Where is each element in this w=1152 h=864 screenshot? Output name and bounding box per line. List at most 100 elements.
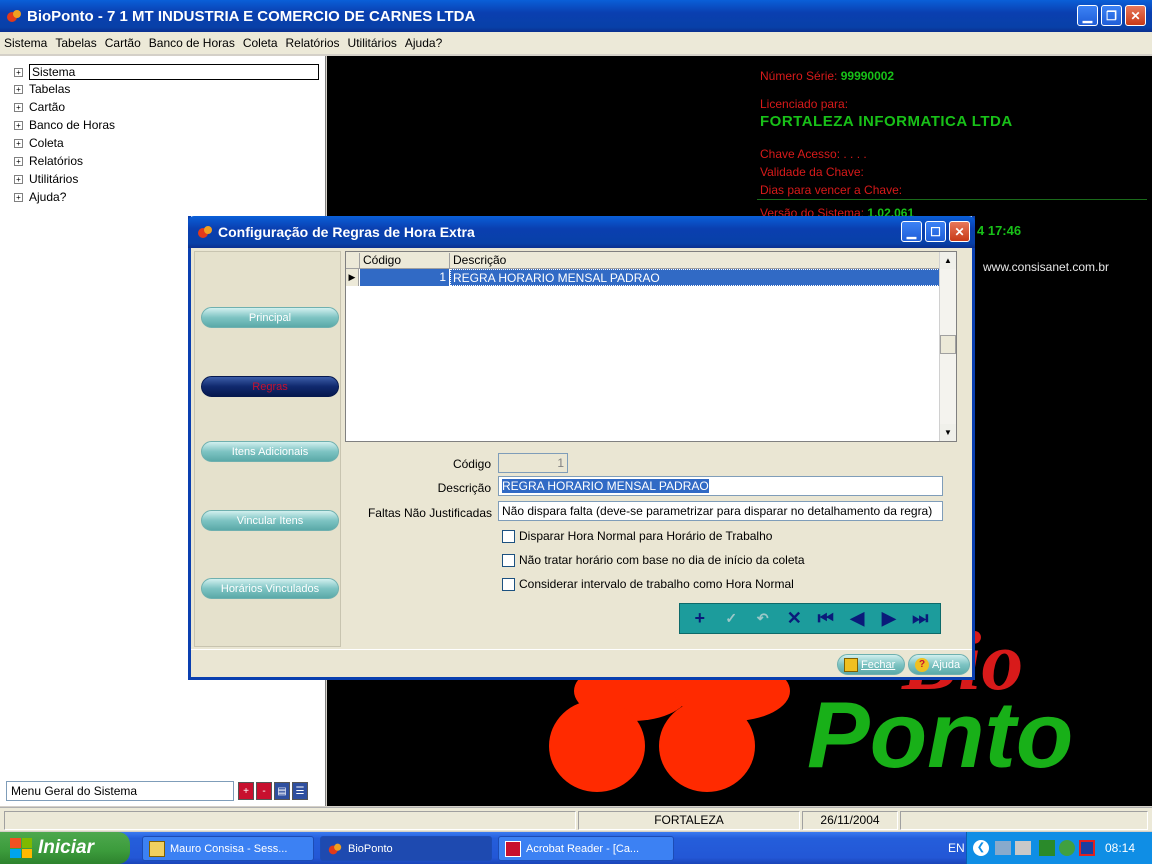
expand-icon[interactable]: + (14, 192, 23, 202)
scroll-down-icon[interactable]: ▼ (940, 424, 956, 441)
expand-all-icon[interactable]: + (238, 782, 254, 800)
help-icon: ? (915, 657, 929, 672)
tree-item-utilitarios[interactable]: + Utilitários (14, 170, 78, 188)
faltas-select[interactable]: Não dispara falta (deve-se parametrizar … (498, 501, 943, 521)
prev-record-icon[interactable]: ◀ (845, 608, 870, 629)
dialog-minimize-button[interactable]: ▁ (901, 221, 922, 242)
logo-ponto-text: Ponto (807, 682, 1074, 787)
expand-icon[interactable]: + (14, 102, 23, 112)
add-record-icon[interactable]: + (687, 608, 712, 629)
minimize-button[interactable]: ▁ (1077, 5, 1098, 26)
session-icon (149, 840, 165, 857)
tree-item-coleta[interactable]: + Coleta (14, 134, 64, 152)
nav-horarios-vinculados-button[interactable]: Horários Vinculados (201, 578, 339, 599)
nav-vincular-itens-button[interactable]: Vincular Itens (201, 510, 339, 531)
licensed-label: Licenciado para: (760, 97, 849, 111)
window-title: BioPonto - 7 1 MT INDUSTRIA E COMERCIO D… (27, 7, 476, 25)
last-record-icon[interactable]: ⏭ (908, 608, 933, 629)
nav-itens-adicionais-button[interactable]: Itens Adicionais (201, 441, 339, 462)
menu-cartao[interactable]: Cartão (105, 36, 141, 50)
grid-scrollbar[interactable]: ▲ ▼ (939, 252, 956, 441)
column-header-codigo[interactable]: Código (360, 253, 450, 269)
cell-codigo[interactable]: 1 (360, 269, 449, 286)
list-view-icon[interactable]: ☰ (292, 782, 308, 800)
faltas-label: Faltas Não Justificadas (367, 506, 492, 520)
checkbox-disparar-hora-normal[interactable]: Disparar Hora Normal para Horário de Tra… (502, 529, 772, 543)
system-tray: ❮ 08:14 (966, 832, 1152, 864)
main-title-bar: BioPonto - 7 1 MT INDUSTRIA E COMERCIO D… (0, 0, 1152, 32)
checkbox-box[interactable] (502, 577, 515, 591)
taskbar-item-acrobat[interactable]: Acrobat Reader - [Ca... (498, 836, 674, 861)
serial-number: Número Série: 99990002 (760, 69, 895, 83)
next-record-icon[interactable]: ▶ (876, 608, 901, 629)
checkbox-box[interactable] (502, 529, 515, 543)
first-record-icon[interactable]: ⏮ (813, 608, 838, 629)
nav-regras-button[interactable]: Regras (201, 376, 339, 397)
menu-sistema[interactable]: Sistema (4, 36, 47, 50)
collapse-all-icon[interactable]: - (256, 782, 272, 800)
status-date: 26/11/2004 (802, 811, 898, 830)
tree-item-tabelas[interactable]: + Tabelas (14, 80, 70, 98)
confirm-icon[interactable]: ✓ (719, 610, 744, 627)
descricao-label: Descrição (437, 481, 491, 495)
expand-icon[interactable]: + (14, 84, 23, 94)
dialog-nav-panel: Principal Regras Itens Adicionais Vincul… (194, 251, 341, 647)
restore-button[interactable]: ❐ (1101, 5, 1122, 26)
config-dialog: Configuração de Regras de Hora Extra ▁ ☐… (188, 216, 975, 680)
acrobat-icon (505, 840, 521, 857)
menu-relatorios[interactable]: Relatórios (286, 36, 340, 50)
scroll-thumb[interactable] (940, 335, 956, 354)
taskbar-item-mauro-consisa[interactable]: Mauro Consisa - Sess... (142, 836, 314, 861)
bioponto-app-icon (328, 843, 342, 854)
delete-icon[interactable]: ✕ (782, 608, 807, 629)
ajuda-button[interactable]: ? Ajuda (908, 654, 970, 675)
clock[interactable]: 08:14 (1105, 841, 1135, 855)
fechar-button[interactable]: Fechar (837, 654, 905, 675)
menu-utilitarios[interactable]: Utilitários (348, 36, 397, 50)
tree-item-ajuda[interactable]: + Ajuda? (14, 188, 66, 206)
website-link[interactable]: www.consisanet.com.br (983, 260, 1109, 274)
language-indicator[interactable]: EN (948, 841, 965, 855)
status-bar: FORTALEZA 26/11/2004 (0, 807, 1152, 831)
column-header-descricao[interactable]: Descrição (450, 253, 942, 269)
taskbar-item-bioponto[interactable]: BioPonto (320, 836, 492, 861)
descricao-field[interactable]: REGRA HORARIO MENSAL PADRAO (498, 476, 943, 496)
dialog-close-button[interactable]: ✕ (949, 221, 970, 242)
tree-item-banco-de-horas[interactable]: + Banco de Horas (14, 116, 115, 134)
expand-icon[interactable]: + (14, 67, 23, 77)
antivirus-icon[interactable] (1079, 840, 1095, 856)
nav-principal-button[interactable]: Principal (201, 307, 339, 328)
menu-ajuda[interactable]: Ajuda? (405, 36, 442, 50)
expand-icon[interactable]: + (14, 120, 23, 130)
start-button[interactable]: Iniciar (0, 832, 130, 864)
user-icon[interactable] (1059, 840, 1075, 856)
expand-icon[interactable]: + (14, 174, 23, 184)
rules-grid[interactable]: Código Descrição ▶ 1 REGRA HORARIO MENSA… (345, 251, 957, 442)
checkbox-box[interactable] (502, 553, 515, 567)
expand-icon[interactable]: + (14, 138, 23, 148)
cell-descricao[interactable]: REGRA HORARIO MENSAL PADRAO (450, 269, 942, 286)
codigo-field[interactable]: 1 (498, 453, 568, 473)
tree-item-relatorios[interactable]: + Relatórios (14, 152, 83, 170)
taskbar: Iniciar Mauro Consisa - Sess... BioPonto… (0, 832, 1152, 864)
tray-app-icon[interactable] (1039, 840, 1055, 856)
network-icon[interactable] (995, 841, 1011, 855)
tree-view-icon[interactable]: ▤ (274, 782, 290, 800)
checkbox-considerar-intervalo[interactable]: Considerar intervalo de trabalho como Ho… (502, 577, 794, 591)
menu-coleta[interactable]: Coleta (243, 36, 278, 50)
record-navigator: + ✓ ↶ ✕ ⏮ ◀ ▶ ⏭ (679, 603, 941, 634)
table-row[interactable]: ▶ 1 REGRA HORARIO MENSAL PADRAO (346, 269, 942, 286)
checkbox-nao-tratar-horario[interactable]: Não tratar horário com base no dia de in… (502, 553, 805, 567)
access-key: Chave Acesso: . . . . (760, 147, 867, 161)
scroll-up-icon[interactable]: ▲ (940, 252, 956, 269)
tree-item-cartao[interactable]: + Cartão (14, 98, 65, 116)
tray-arrow-icon[interactable]: ❮ (973, 840, 989, 856)
close-button[interactable]: ✕ (1125, 5, 1146, 26)
menu-banco-de-horas[interactable]: Banco de Horas (149, 36, 235, 50)
undo-icon[interactable]: ↶ (750, 610, 775, 627)
expand-icon[interactable]: + (14, 156, 23, 166)
volume-icon[interactable] (1015, 841, 1031, 855)
tree-item-sistema[interactable]: + Sistema (14, 63, 319, 81)
dialog-maximize-button[interactable]: ☐ (925, 221, 946, 242)
menu-tabelas[interactable]: Tabelas (55, 36, 96, 50)
